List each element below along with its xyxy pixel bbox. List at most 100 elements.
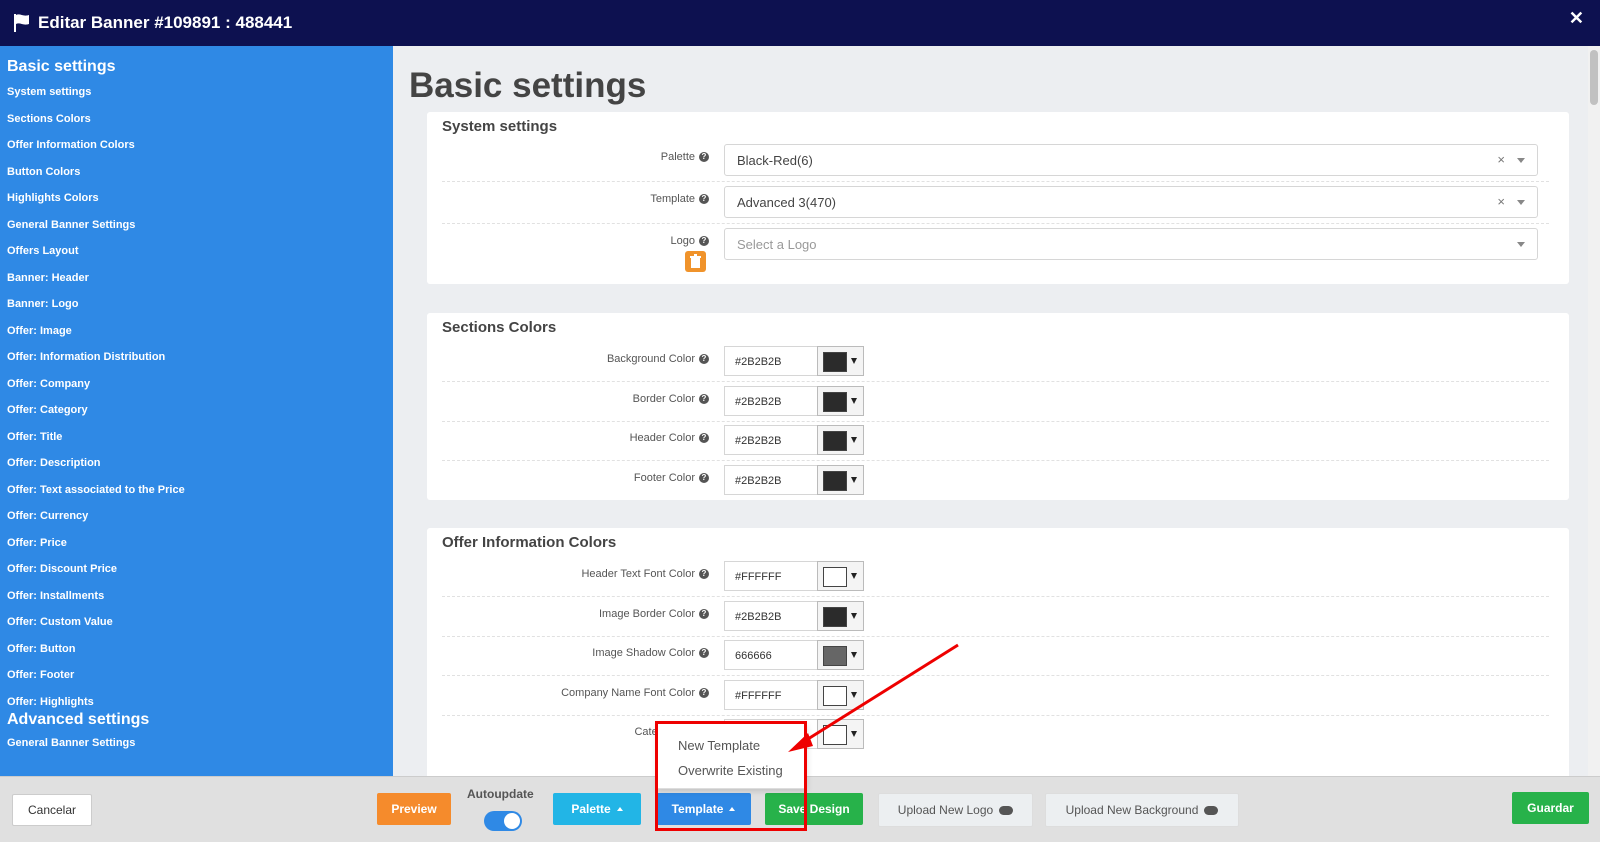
menu-item-new-template[interactable]: New Template <box>678 738 760 753</box>
sidebar-item[interactable]: Offer: Button <box>7 643 75 655</box>
help-icon[interactable]: ? <box>699 236 709 246</box>
autoupdate-toggle[interactable] <box>484 811 522 831</box>
vertical-scrollbar[interactable] <box>1588 46 1600 776</box>
color-picker-button[interactable] <box>817 600 864 631</box>
color-picker-button[interactable] <box>817 679 864 710</box>
help-icon[interactable]: ? <box>699 152 709 162</box>
sidebar-basic-heading[interactable]: Basic settings <box>7 58 115 76</box>
color-row: Footer Color? #2B2B2B <box>442 460 1549 500</box>
sidebar-item[interactable]: Offer: Image <box>7 325 72 337</box>
sidebar-item[interactable]: Offer: Footer <box>7 669 74 681</box>
sidebar-item[interactable]: Offer: Information Distribution <box>7 351 165 363</box>
color-swatch <box>823 352 847 372</box>
color-hex-input[interactable]: #2B2B2B <box>724 464 819 495</box>
help-icon[interactable]: ? <box>699 608 709 619</box>
color-label: Image Border Color? <box>599 608 709 620</box>
palette-button[interactable]: Palette <box>553 793 641 825</box>
template-select[interactable]: Advanced 3(470) × <box>724 186 1538 218</box>
help-icon[interactable]: ? <box>699 472 709 483</box>
color-picker-button[interactable] <box>817 464 864 495</box>
color-hex-input[interactable]: #2B2B2B <box>724 425 819 455</box>
clear-icon[interactable]: × <box>1497 152 1505 167</box>
caret-down-icon <box>851 612 857 619</box>
help-icon[interactable]: ? <box>699 354 709 364</box>
color-picker-button[interactable] <box>817 346 864 376</box>
sidebar-item[interactable]: Offer: Custom Value <box>7 616 113 628</box>
help-icon[interactable]: ? <box>699 648 709 658</box>
logo-row: Logo? Select a Logo <box>442 223 1549 278</box>
color-hex-input[interactable]: #2B2B2B <box>724 346 819 376</box>
scrollbar-thumb[interactable] <box>1590 50 1598 105</box>
template-button[interactable]: Template <box>656 793 751 825</box>
sidebar-item[interactable]: Offer: Title <box>7 431 62 443</box>
sidebar-item[interactable]: Offer: Installments <box>7 590 104 602</box>
chevron-down-icon[interactable] <box>1517 242 1525 247</box>
save-design-button[interactable]: Save Design <box>765 793 863 825</box>
sidebar-item[interactable]: Offer: Description <box>7 457 101 469</box>
sidebar-item[interactable]: Offer: Discount Price <box>7 563 117 575</box>
color-swatch <box>823 391 847 412</box>
autoupdate-label: Autoupdate <box>467 787 534 801</box>
help-icon[interactable]: ? <box>699 687 709 698</box>
color-row: Image Border Color? #2B2B2B <box>442 596 1549 637</box>
color-picker-button[interactable] <box>817 425 864 455</box>
sidebar-item[interactable]: Button Colors <box>7 166 80 178</box>
color-swatch <box>823 431 847 451</box>
palette-row: Palette? Black-Red(6) × <box>442 139 1549 182</box>
sidebar-item-advanced-general[interactable]: General Banner Settings <box>7 737 135 749</box>
color-hex-input[interactable]: #2B2B2B <box>724 600 819 631</box>
color-label: Header Color? <box>630 432 709 444</box>
color-hex-input[interactable]: #FFFFFF <box>724 679 819 710</box>
sidebar-advanced-heading[interactable]: Advanced settings <box>7 711 149 729</box>
chevron-up-icon <box>729 807 736 811</box>
logo-select[interactable]: Select a Logo <box>724 228 1538 260</box>
sidebar-item[interactable]: System settings <box>7 86 91 98</box>
palette-select[interactable]: Black-Red(6) × <box>724 144 1538 176</box>
color-picker-button[interactable] <box>817 719 864 749</box>
flag-icon <box>14 14 29 32</box>
help-icon[interactable]: ? <box>699 433 709 443</box>
color-hex-input[interactable]: 666666 <box>724 640 819 670</box>
caret-down-icon <box>851 731 857 737</box>
color-picker-button[interactable] <box>817 385 864 416</box>
color-label: Background Color? <box>607 353 709 365</box>
sidebar-item[interactable]: Offer: Text associated to the Price <box>7 484 185 496</box>
help-icon[interactable]: ? <box>699 393 709 404</box>
sidebar-item[interactable]: General Banner Settings <box>7 219 135 231</box>
logo-label: Logo? <box>671 235 709 247</box>
color-hex-input[interactable]: #FFFFFF <box>724 561 819 591</box>
guardar-button[interactable]: Guardar <box>1512 792 1589 824</box>
color-picker-button[interactable] <box>817 561 864 591</box>
sidebar-item[interactable]: Offer: Category <box>7 404 88 416</box>
sidebar-item[interactable]: Sections Colors <box>7 113 91 125</box>
sidebar-item[interactable]: Banner: Logo <box>7 298 79 310</box>
sidebar-item[interactable]: Highlights Colors <box>7 192 99 204</box>
window-title: Editar Banner #109891 : 488441 <box>38 13 293 32</box>
sidebar-item[interactable]: Offer Information Colors <box>7 139 135 151</box>
caret-down-icon <box>851 652 857 658</box>
upload-logo-button[interactable]: Upload New Logo <box>878 793 1033 827</box>
color-hex-input[interactable]: #2B2B2B <box>724 385 819 416</box>
chevron-down-icon[interactable] <box>1517 200 1525 205</box>
cancel-button[interactable]: Cancelar <box>12 794 92 826</box>
trash-icon[interactable] <box>685 251 706 272</box>
sidebar-item[interactable]: Offer: Price <box>7 537 67 549</box>
help-icon[interactable]: ? <box>699 194 709 204</box>
color-row: Border Color? #2B2B2B <box>442 381 1549 422</box>
preview-button[interactable]: Preview <box>377 793 451 825</box>
upload-background-button[interactable]: Upload New Background <box>1045 793 1239 827</box>
color-picker-button[interactable] <box>817 640 864 670</box>
caret-down-icon <box>851 476 857 483</box>
color-label: Company Name Font Color? <box>561 687 709 699</box>
sidebar-item[interactable]: Offers Layout <box>7 245 79 257</box>
color-row: Header Color? #2B2B2B <box>442 420 1549 461</box>
sidebar-item[interactable]: Banner: Header <box>7 272 89 284</box>
help-icon[interactable]: ? <box>699 569 709 579</box>
clear-icon[interactable]: × <box>1497 194 1505 209</box>
chevron-down-icon[interactable] <box>1517 158 1525 163</box>
menu-item-overwrite-existing[interactable]: Overwrite Existing <box>678 763 783 778</box>
sidebar-item[interactable]: Offer: Company <box>7 378 90 390</box>
close-icon[interactable]: ✕ <box>1569 8 1584 29</box>
sidebar-item[interactable]: Offer: Currency <box>7 510 88 522</box>
sidebar-item[interactable]: Offer: Highlights <box>7 696 94 708</box>
